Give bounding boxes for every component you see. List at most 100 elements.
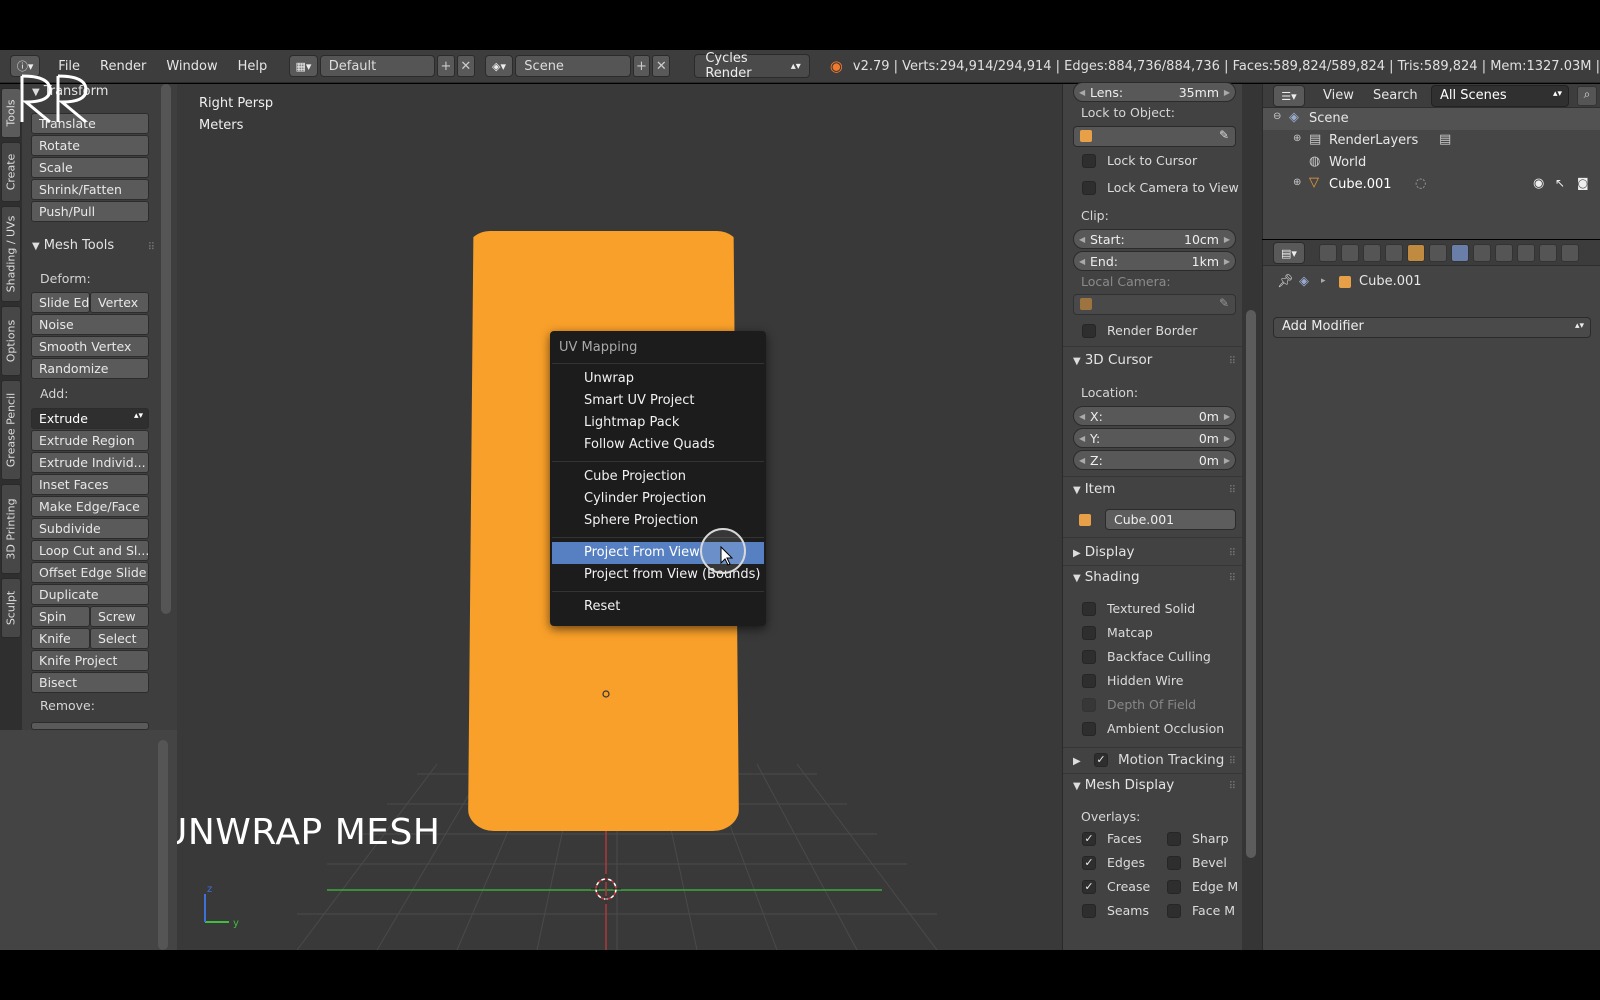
menu-item-cylinder-projection[interactable]: Cylinder Projection [550,488,766,510]
shrink-fatten-button[interactable]: Shrink/Fatten [31,179,149,200]
physics-tab-icon[interactable] [1561,244,1579,262]
scene-icon[interactable]: ◈▾ [484,55,514,77]
drag-handle-icon[interactable]: ⠿ [1229,756,1236,767]
add-modifier-dropdown[interactable]: Add Modifier ▴▾ [1273,317,1591,338]
offset-edge-slide-button[interactable]: Offset Edge Slide [31,562,149,583]
item-name-field[interactable]: Cube.001 [1105,509,1236,530]
remove-scene-icon[interactable]: ✕ [652,55,671,77]
menu-window[interactable]: Window [156,59,227,74]
overlay-face-marks-checkbox[interactable] [1167,904,1181,918]
collapse-icon[interactable]: ⊖ [1273,111,1281,122]
mesh-display-panel-header[interactable]: ▼ Mesh Display [1073,777,1174,793]
layout-icon[interactable]: ▦▾ [289,55,318,77]
shading-panel-header[interactable]: ▼ Shading [1073,569,1140,585]
world-tab-icon[interactable] [1385,244,1403,262]
select-arrow-icon[interactable]: ↖ [1555,176,1565,190]
render-layers-tab-icon[interactable] [1341,244,1359,262]
eyedropper-icon[interactable]: ✎ [1219,296,1229,310]
3d-cursor-panel-header[interactable]: ▼ 3D Cursor [1073,352,1152,368]
overlay-crease-checkbox[interactable]: ✓ [1082,880,1096,894]
menu-item-smart-uv-project[interactable]: Smart UV Project [550,390,766,412]
spin-button[interactable]: Spin [31,606,90,627]
operator-panel-scrollbar[interactable] [158,740,168,950]
subdivide-button[interactable]: Subdivide [31,518,149,539]
item-panel-header[interactable]: ▼ Item [1073,481,1115,497]
tab-3d-printing[interactable]: 3D Printing [1,484,21,574]
menu-item-reset[interactable]: Reset [550,596,766,618]
layout-field[interactable]: Default [319,55,435,77]
outliner-view-menu[interactable]: View [1323,88,1354,103]
overlay-seams-checkbox[interactable] [1082,904,1096,918]
render-engine-select[interactable]: Cycles Render ▴▾ [694,51,810,81]
vertex-slide-button[interactable]: Vertex [90,292,149,313]
make-edge-face-button[interactable]: Make Edge/Face [31,496,149,517]
scene-tab-icon[interactable] [1363,244,1381,262]
tab-sculpt[interactable]: Sculpt [1,578,21,638]
render-camera-icon[interactable]: ◙ [1577,176,1589,190]
lock-object-field[interactable]: ✎ [1073,126,1236,147]
inset-faces-button[interactable]: Inset Faces [31,474,149,495]
menu-item-lightmap-pack[interactable]: Lightmap Pack [550,412,766,434]
search-icon[interactable]: ⌕ [1577,86,1597,106]
knife-project-button[interactable]: Knife Project [31,650,149,671]
cursor-z-field[interactable]: ◀ Z: 0m ▶ [1073,450,1236,470]
tab-options[interactable]: Options [1,306,21,376]
modifiers-tab-icon[interactable] [1451,244,1469,262]
push-pull-button[interactable]: Push/Pull [31,201,149,222]
drag-handle-icon[interactable]: ⠿ [1229,485,1236,496]
cursor-x-field[interactable]: ◀ X: 0m ▶ [1073,406,1236,426]
drag-handle-icon[interactable]: ⠿ [1229,356,1236,367]
noise-button[interactable]: Noise [31,314,149,335]
texture-tab-icon[interactable] [1517,244,1535,262]
lock-to-cursor-checkbox[interactable] [1082,154,1096,168]
motion-tracking-checkbox[interactable]: ✓ [1094,753,1108,767]
bisect-button[interactable]: Bisect [31,672,149,693]
render-tab-icon[interactable] [1319,244,1337,262]
clip-start-field[interactable]: ◀ Start: 10cm ▶ [1073,229,1236,249]
outliner-row-world[interactable]: ◍ World [1263,152,1600,174]
3d-viewport[interactable]: y z Right Persp Meters UNWRAP MESH UV Ma… [177,84,1062,950]
matcap-checkbox[interactable] [1082,626,1096,640]
render-border-checkbox[interactable] [1082,324,1096,338]
properties-editor-type-button[interactable]: ▤▾ [1273,242,1305,264]
knife-select-button[interactable]: Select [90,628,149,649]
lock-camera-to-view-checkbox[interactable] [1082,181,1096,195]
overlay-edges-checkbox[interactable]: ✓ [1082,856,1096,870]
outliner-row-scene[interactable]: ⊖ ◈ Scene [1263,108,1600,130]
drag-handle-icon[interactable]: ⠿ [148,242,155,253]
eye-icon[interactable]: ◉ [1533,176,1544,191]
tab-create[interactable]: Create [1,142,21,202]
loop-cut-button[interactable]: Loop Cut and Sl... [31,540,149,561]
depth-of-field-checkbox[interactable] [1082,698,1096,712]
randomize-button[interactable]: Randomize [31,358,149,379]
cursor-y-field[interactable]: ◀ Y: 0m ▶ [1073,428,1236,448]
extrude-region-button[interactable]: Extrude Region [31,430,149,451]
particles-tab-icon[interactable] [1539,244,1557,262]
outliner-search-menu[interactable]: Search [1373,88,1418,103]
hidden-wire-checkbox[interactable] [1082,674,1096,688]
backface-culling-checkbox[interactable] [1082,650,1096,664]
pin-icon[interactable]: 📌︎ [1277,274,1294,289]
toolshelf-scrollbar[interactable] [161,84,171,614]
data-tab-icon[interactable] [1473,244,1491,262]
lens-field[interactable]: ◀ Lens: 35mm ▶ [1073,82,1236,102]
remove-layout-icon[interactable]: ✕ [456,55,475,77]
eyedropper-icon[interactable]: ✎ [1219,128,1229,142]
ambient-occlusion-checkbox[interactable] [1082,722,1096,736]
motion-tracking-panel-header[interactable]: ▶ [1073,752,1085,768]
scene-field[interactable]: Scene [515,55,631,77]
tab-grease-pencil[interactable]: Grease Pencil [1,380,21,480]
scale-button[interactable]: Scale [31,157,149,178]
drag-handle-icon[interactable]: ⠿ [1229,548,1236,559]
menu-item-cube-projection[interactable]: Cube Projection [550,466,766,488]
overlay-sharp-checkbox[interactable] [1167,832,1181,846]
display-panel-header[interactable]: ▶ Display [1073,544,1134,560]
outliner-row-cube[interactable]: ⊕ ▽ Cube.001 ◌ ◉ ↖ ◙ [1263,174,1600,196]
expand-icon[interactable]: ⊕ [1293,177,1301,188]
local-camera-field[interactable]: ✎ [1073,294,1236,315]
clip-end-field[interactable]: ◀ End: 1km ▶ [1073,251,1236,271]
slide-edge-button[interactable]: Slide Ed [31,292,90,313]
material-tab-icon[interactable] [1495,244,1513,262]
overlay-faces-checkbox[interactable]: ✓ [1082,832,1096,846]
outliner-row-renderlayers[interactable]: ⊕ ▤ RenderLayers ▤ [1263,130,1600,152]
